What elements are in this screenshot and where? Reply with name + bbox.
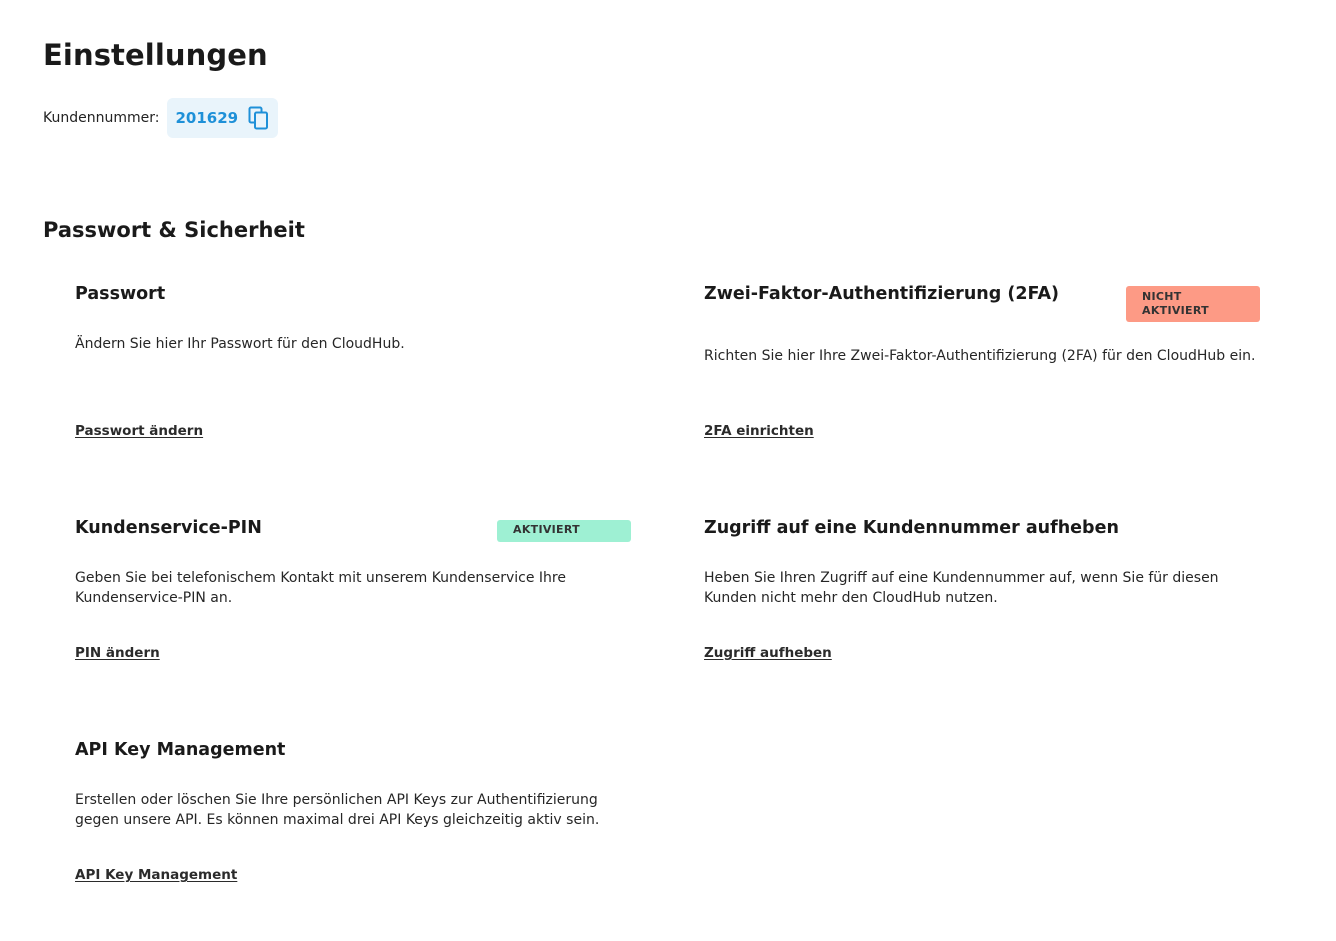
api-key-card-title: API Key Management xyxy=(75,740,286,760)
api-key-management-link[interactable]: API Key Management xyxy=(75,867,237,883)
section-title-password-security: Passwort & Sicherheit xyxy=(43,218,305,242)
twofa-status-badge-line1: NICHT xyxy=(1142,290,1182,303)
copy-icon[interactable] xyxy=(248,106,270,130)
page-title: Einstellungen xyxy=(43,38,268,72)
setup-twofa-link[interactable]: 2FA einrichten xyxy=(704,423,814,439)
twofa-card-description: Richten Sie hier Ihre Zwei-Faktor-Authen… xyxy=(704,348,1256,364)
change-pin-link[interactable]: PIN ändern xyxy=(75,645,160,661)
api-key-card: API Key Management Erstellen oder lösche… xyxy=(75,740,635,900)
revoke-access-card-title: Zugriff auf eine Kundennummer aufheben xyxy=(704,518,1119,538)
twofa-card: Zwei-Faktor-Authentifizierung (2FA) NICH… xyxy=(704,284,1264,454)
change-password-link[interactable]: Passwort ändern xyxy=(75,423,203,439)
pin-status-badge: AKTIVIERT xyxy=(497,520,631,542)
customer-number-label: Kundennummer: xyxy=(43,110,160,126)
pin-card-description: Geben Sie bei telefonischem Kontakt mit … xyxy=(75,570,566,606)
password-card-description: Ändern Sie hier Ihr Passwort für den Clo… xyxy=(75,336,405,352)
customer-number-row: Kundennummer: 201629 xyxy=(43,98,279,138)
password-card-title: Passwort xyxy=(75,284,166,304)
customer-number-value: 201629 xyxy=(175,109,239,127)
revoke-access-card-description: Heben Sie Ihren Zugriff auf eine Kundenn… xyxy=(704,570,1219,606)
twofa-status-badge: NICHT AKTIVIERT xyxy=(1126,286,1260,322)
copy-customer-number-button[interactable]: 201629 xyxy=(167,98,279,138)
revoke-access-card: Zugriff auf eine Kundennummer aufheben H… xyxy=(704,518,1264,678)
pin-card: Kundenservice-PIN AKTIVIERT Geben Sie be… xyxy=(75,518,635,678)
revoke-access-link[interactable]: Zugriff aufheben xyxy=(704,645,832,661)
api-key-card-description: Erstellen oder löschen Sie Ihre persönli… xyxy=(75,792,600,828)
settings-page: Einstellungen Kundennummer: 201629 Passw… xyxy=(0,0,1336,941)
password-card: Passwort Ändern Sie hier Ihr Passwort fü… xyxy=(75,284,635,454)
twofa-status-badge-line2: AKTIVIERT xyxy=(1142,304,1209,317)
